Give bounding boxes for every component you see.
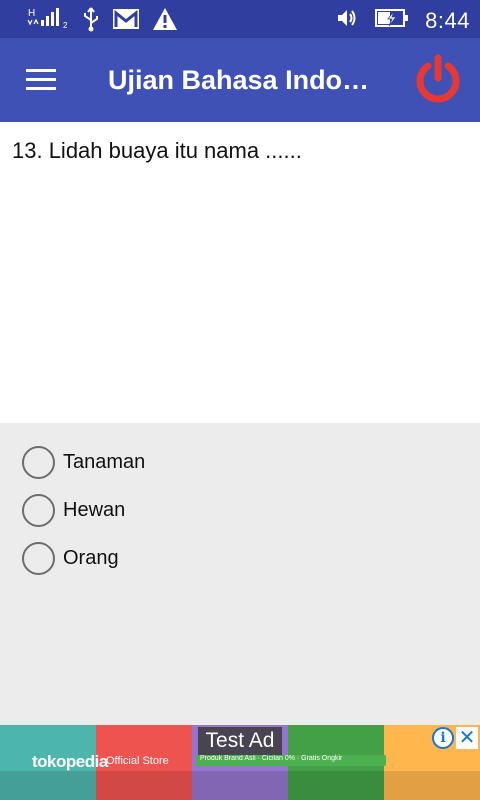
gmail-icon: [112, 7, 140, 36]
battery-charging-icon: [375, 7, 409, 34]
ad-label: Test Ad: [198, 727, 282, 755]
option-hewan[interactable]: Hewan: [22, 493, 125, 527]
ad-feature-text: Produk Brand Asli · Cicilan 0% · Gratis …: [200, 755, 343, 762]
question-area: 13. Lidah buaya itu nama ......: [0, 122, 480, 423]
ad-banner[interactable]: tokopedia Official Store Produk Brand As…: [0, 725, 480, 800]
hamburger-menu-icon[interactable]: [26, 69, 56, 91]
app-bar: Ujian Bahasa Indo…: [0, 38, 480, 122]
radio-button[interactable]: [22, 445, 55, 479]
warning-icon: [152, 7, 178, 36]
volume-icon: [335, 6, 359, 35]
power-icon[interactable]: [412, 54, 464, 106]
ad-product-strip: [0, 771, 480, 800]
radio-button[interactable]: [22, 493, 55, 527]
ad-store-text: Official Store: [106, 755, 169, 767]
ad-brand: tokopedia: [32, 752, 108, 771]
status-bar-clock: 8:44: [425, 7, 470, 33]
status-bar: H 2 8:44: [0, 0, 480, 38]
radio-button[interactable]: [22, 541, 55, 575]
option-label: Tanaman: [63, 450, 146, 473]
usb-icon: [82, 6, 100, 37]
question-text: 13. Lidah buaya itu nama ......: [12, 138, 302, 163]
svg-text:2: 2: [63, 21, 68, 30]
option-orang[interactable]: Orang: [22, 541, 119, 575]
info-icon[interactable]: i: [432, 727, 454, 749]
option-tanaman[interactable]: Tanaman: [22, 445, 145, 479]
svg-text:H: H: [28, 8, 35, 19]
app-title: Ujian Bahasa Indo…: [108, 65, 370, 95]
status-bar-right: 8:44: [335, 6, 470, 35]
option-label: Hewan: [63, 498, 126, 521]
status-bar-left: H 2: [26, 6, 178, 37]
signal-icon: H 2: [26, 6, 70, 37]
answer-options: Tanaman Hewan Orang: [0, 423, 480, 725]
option-label: Orang: [63, 546, 119, 569]
close-icon[interactable]: ✕: [456, 727, 478, 749]
